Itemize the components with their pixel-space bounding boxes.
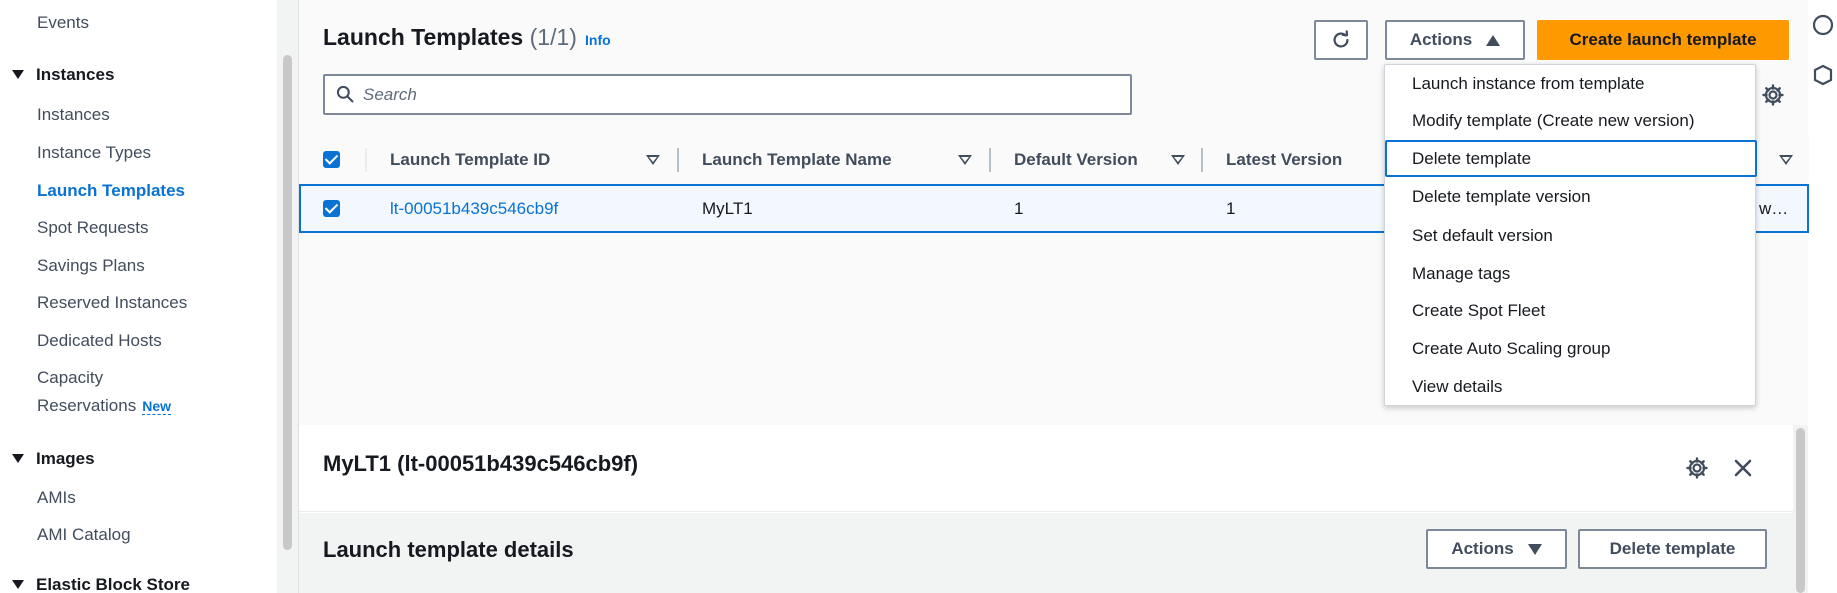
- actions-button[interactable]: Actions: [1385, 20, 1525, 60]
- capacity-label-line2: Reservations: [37, 396, 137, 415]
- sidebar-item-spot-requests[interactable]: Spot Requests: [37, 218, 149, 238]
- sidebar-item-capacity-reservations[interactable]: Capacity: [37, 368, 103, 388]
- menu-item-set-default-version[interactable]: Set default version: [1385, 217, 1757, 254]
- table-preferences-button[interactable]: [1761, 83, 1785, 112]
- sidebar-section-instances[interactable]: Instances: [12, 65, 114, 85]
- caret-down-icon: [12, 454, 24, 464]
- caret-down-icon: [1527, 543, 1542, 555]
- sidebar-item-instances[interactable]: Instances: [37, 105, 110, 125]
- refresh-icon: [1333, 30, 1349, 48]
- sidebar-item-dedicated-hosts[interactable]: Dedicated Hosts: [37, 331, 162, 351]
- sidebar-item-reserved-instances[interactable]: Reserved Instances: [37, 293, 187, 313]
- help-icon[interactable]: [1812, 14, 1834, 41]
- search-input[interactable]: [363, 82, 1103, 107]
- selection-count: (1/1): [529, 24, 577, 50]
- notifications-icon[interactable]: [1812, 64, 1834, 91]
- menu-item-create-auto-scaling-group[interactable]: Create Auto Scaling group: [1385, 330, 1757, 367]
- sidebar-item-capacity-reservations-line2[interactable]: Reservations New: [37, 396, 172, 416]
- latest-version-cell: 1: [1226, 199, 1236, 218]
- select-all-checkbox[interactable]: [323, 151, 340, 168]
- column-header-default-version[interactable]: Default Version: [1014, 150, 1138, 170]
- actions-dropdown-menu: Launch instance from template Modify tem…: [1384, 64, 1757, 406]
- refresh-button[interactable]: [1314, 20, 1368, 60]
- column-divider[interactable]: [1201, 148, 1203, 172]
- truncated-cell: w…: [1759, 199, 1789, 218]
- page-title: Launch Templates (1/1): [323, 24, 577, 50]
- caret-up-icon: [1486, 34, 1501, 46]
- details-panel-header: MyLT1 (lt-00051b439c546cb9f): [299, 425, 1793, 512]
- sidebar-item-instance-types[interactable]: Instance Types: [37, 143, 151, 163]
- details-actions-button[interactable]: Actions: [1426, 529, 1567, 569]
- create-launch-template-button[interactable]: Create launch template: [1537, 20, 1789, 60]
- details-panel: MyLT1 (lt-00051b439c546cb9f) Launch temp…: [298, 425, 1793, 593]
- caret-down-icon: [12, 70, 24, 80]
- section-title: Launch template details: [323, 537, 574, 562]
- sidebar-nav: Events Instances Instances Instance Type…: [0, 0, 277, 593]
- menu-item-launch-instance[interactable]: Launch instance from template: [1385, 65, 1757, 102]
- sidebar-item-events[interactable]: Events: [37, 13, 89, 33]
- launch-template-name-cell: MyLT1: [702, 199, 753, 218]
- sort-icon[interactable]: [646, 155, 660, 165]
- column-header-launch-template-name[interactable]: Launch Template Name: [702, 150, 892, 170]
- sidebar-item-savings-plans[interactable]: Savings Plans: [37, 256, 145, 276]
- details-scrollbar[interactable]: [1796, 428, 1805, 593]
- menu-item-delete-template[interactable]: Delete template: [1385, 140, 1757, 177]
- details-body: Launch template details Actions Delete t…: [299, 513, 1793, 593]
- column-divider: [365, 148, 367, 172]
- delete-template-button[interactable]: Delete template: [1578, 529, 1767, 569]
- gear-icon: [1762, 84, 1784, 106]
- gear-icon: [1686, 457, 1708, 479]
- sidebar-scrollbar[interactable]: [283, 55, 292, 550]
- column-header-launch-template-id[interactable]: Launch Template ID: [390, 150, 550, 170]
- default-version-cell: 1: [1014, 199, 1024, 218]
- sidebar-item-ami-catalog[interactable]: AMI Catalog: [37, 525, 131, 545]
- sidebar-item-launch-templates[interactable]: Launch Templates: [37, 181, 185, 201]
- sort-icon[interactable]: [1779, 155, 1793, 165]
- sidebar-item-amis[interactable]: AMIs: [37, 488, 76, 508]
- sidebar-section-ebs[interactable]: Elastic Block Store: [12, 575, 190, 593]
- capacity-label-line1: Capacity: [37, 368, 104, 387]
- sidebar-section-images[interactable]: Images: [12, 449, 95, 469]
- menu-item-delete-template-version[interactable]: Delete template version: [1385, 178, 1757, 215]
- info-link[interactable]: Info: [585, 32, 611, 48]
- caret-down-icon: [12, 580, 24, 590]
- column-header-latest-version[interactable]: Latest Version: [1226, 150, 1342, 170]
- search-box: [323, 74, 1132, 115]
- sort-icon[interactable]: [958, 155, 972, 165]
- close-details-button[interactable]: [1733, 458, 1753, 483]
- search-icon: [336, 85, 354, 103]
- column-divider[interactable]: [677, 148, 679, 172]
- ec2-console: Events Instances Instances Instance Type…: [0, 0, 1837, 593]
- menu-item-create-spot-fleet[interactable]: Create Spot Fleet: [1385, 292, 1757, 329]
- launch-template-id-link[interactable]: lt-00051b439c546cb9f: [390, 199, 558, 219]
- details-title: MyLT1 (lt-00051b439c546cb9f): [323, 451, 639, 476]
- column-divider[interactable]: [989, 148, 991, 172]
- new-badge: New: [142, 398, 172, 415]
- menu-item-modify-template[interactable]: Modify template (Create new version): [1385, 102, 1757, 139]
- close-icon: [1734, 459, 1752, 477]
- menu-item-view-details[interactable]: View details: [1385, 368, 1757, 405]
- split-panel-settings-button[interactable]: [1685, 456, 1709, 485]
- menu-item-manage-tags[interactable]: Manage tags: [1385, 255, 1757, 292]
- row-checkbox[interactable]: [323, 200, 340, 217]
- sort-icon[interactable]: [1171, 155, 1185, 165]
